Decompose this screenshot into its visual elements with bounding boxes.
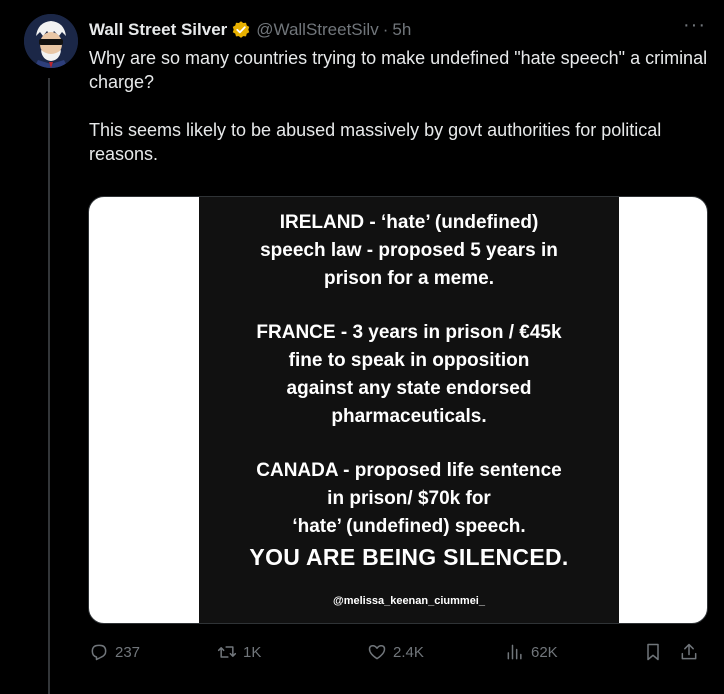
view-count: 62K xyxy=(531,643,558,661)
bookmark-button[interactable] xyxy=(643,642,669,662)
retweet-count: 1K xyxy=(243,643,262,661)
action-bar: 237 1K 2.4K 62K xyxy=(89,640,704,668)
canada-block: CANADA - proposed life sentence in priso… xyxy=(199,457,619,541)
image-line: speech law - proposed 5 years in xyxy=(260,240,558,261)
image-line: FRANCE - 3 years in prison / €45k xyxy=(256,322,562,343)
image-line: in prison/ $70k for xyxy=(327,488,491,509)
handle[interactable]: @WallStreetSilv xyxy=(256,20,378,40)
views-button[interactable]: 62K xyxy=(505,642,558,662)
post-text-line: This seems likely to be abused massively… xyxy=(89,120,662,164)
image-line: CANADA - proposed life sentence xyxy=(256,460,562,481)
views-icon xyxy=(507,644,522,660)
post-header: Wall Street Silver @WallStreetSilv · 5h xyxy=(89,17,704,43)
more-options-button[interactable]: ··· xyxy=(683,14,706,37)
image-headline: YOU ARE BEING SILENCED. xyxy=(249,544,569,570)
reply-button[interactable]: 237 xyxy=(89,642,140,662)
image-credit: @melissa_keenan_ciummei_ xyxy=(333,595,485,607)
post-image[interactable]: IRELAND - ‘hate’ (undefined) speech law … xyxy=(88,196,708,624)
timestamp[interactable]: 5h xyxy=(392,20,411,40)
avatar-icon xyxy=(24,14,78,68)
france-block: FRANCE - 3 years in prison / €45k fine t… xyxy=(199,319,619,431)
like-button[interactable]: 2.4K xyxy=(367,642,424,662)
image-line: pharmaceuticals. xyxy=(331,406,487,427)
image-line: against any state endorsed xyxy=(286,378,532,399)
share-icon xyxy=(681,643,697,660)
image-line: prison for a meme. xyxy=(324,268,494,289)
post-text: Why are so many countries trying to make… xyxy=(89,46,709,190)
image-line: ‘hate’ (undefined) speech. xyxy=(292,516,526,537)
ireland-block: IRELAND - ‘hate’ (undefined) speech law … xyxy=(199,209,619,293)
retweet-button[interactable]: 1K xyxy=(217,642,261,662)
thread-line xyxy=(48,78,50,694)
avatar[interactable] xyxy=(24,14,78,68)
like-icon xyxy=(368,645,386,660)
image-line: IRELAND - ‘hate’ (undefined) xyxy=(279,212,539,233)
image-text-panel: IRELAND - ‘hate’ (undefined) speech law … xyxy=(199,197,619,623)
like-count: 2.4K xyxy=(393,643,424,661)
separator-dot: · xyxy=(382,20,389,39)
reply-count: 237 xyxy=(115,643,141,661)
image-line: fine to speak in opposition xyxy=(288,350,530,371)
share-button[interactable] xyxy=(679,642,705,662)
bookmark-icon xyxy=(647,643,659,661)
reply-icon xyxy=(91,644,107,661)
display-name[interactable]: Wall Street Silver xyxy=(89,20,227,40)
verified-badge-icon xyxy=(233,21,250,38)
retweet-icon xyxy=(217,646,237,658)
post-text-line: Why are so many countries trying to make… xyxy=(89,48,708,92)
